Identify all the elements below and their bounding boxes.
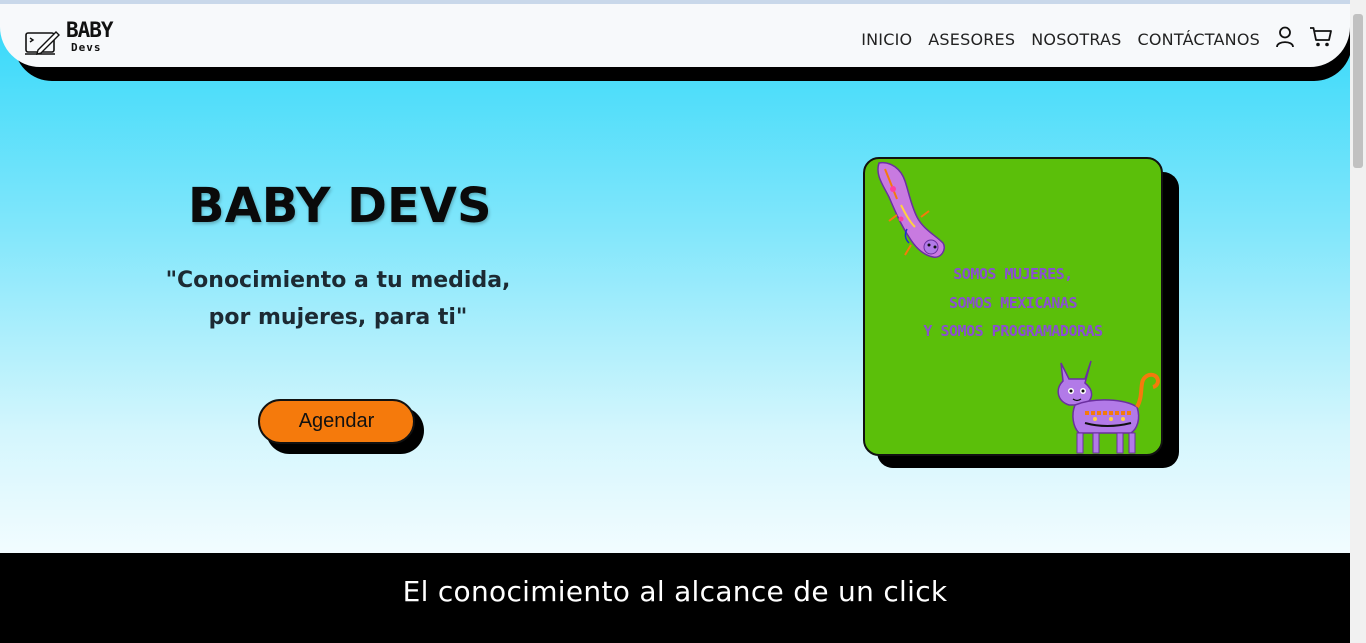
card-line-2: SOMOS MEXICANAS [949, 293, 1077, 312]
alebrije-cat-illustration [1057, 360, 1160, 454]
nav-link-inicio[interactable]: INICIO [861, 30, 912, 49]
hero-subtitle: "Conocimiento a tu medida, por mujeres, … [138, 262, 538, 336]
cart-icon[interactable] [1309, 26, 1333, 48]
nav-link-nosotras[interactable]: NOSOTRAS [1031, 30, 1121, 49]
laptop-pencil-icon [25, 31, 60, 55]
illustration-card: SOMOS MUJERES, SOMOS MEXICANAS Y SOMOS P… [863, 157, 1163, 456]
card-line-3: Y SOMOS PROGRAMADORAS [923, 322, 1103, 340]
brand-word-devs: Devs [71, 41, 102, 54]
nav-links: INICIO ASESORES NOSOTRAS CONTÁCTANOS [861, 30, 1260, 49]
scrollbar-thumb[interactable] [1353, 14, 1363, 168]
vertical-scrollbar[interactable] [1350, 0, 1366, 643]
banner-text: El conocimiento al alcance de un click [402, 575, 948, 608]
card-line-1: SOMOS MUJERES, [953, 265, 1073, 283]
user-icon[interactable] [1275, 26, 1295, 48]
hero-subtitle-line-2: por mujeres, para ti" [208, 305, 468, 330]
card-text: SOMOS MUJERES, SOMOS MEXICANAS Y SOMOS P… [865, 260, 1161, 346]
brand-word-baby: BABY [66, 18, 114, 42]
nav-link-asesores[interactable]: ASESORES [928, 30, 1015, 49]
brand-logo[interactable]: BABY Devs [24, 18, 114, 60]
hero-subtitle-line-1: "Conocimiento a tu medida, [165, 268, 511, 293]
nav-link-contactanos[interactable]: CONTÁCTANOS [1138, 30, 1261, 49]
hero-title: BABY DEVS [188, 178, 492, 234]
agendar-button[interactable]: Agendar [258, 399, 415, 444]
navbar: BABY Devs INICIO ASESORES NOSOTRAS CONTÁ… [0, 4, 1350, 67]
alebrije-lizard-illustration [877, 161, 945, 258]
tagline-banner: El conocimiento al alcance de un click [0, 553, 1350, 643]
